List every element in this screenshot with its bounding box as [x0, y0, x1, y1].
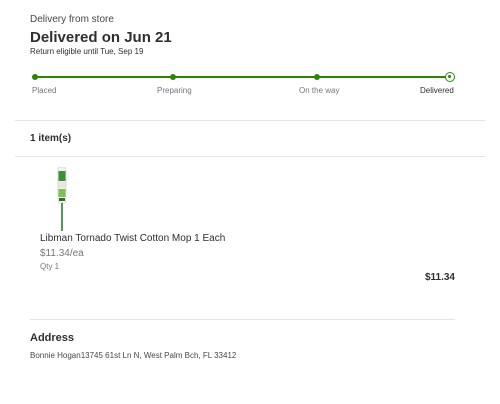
step-label-preparing: Preparing	[157, 86, 192, 95]
product-quantity: Qty 1	[40, 262, 60, 271]
address-heading: Address	[30, 332, 75, 344]
divider	[15, 120, 485, 121]
progress-tracker	[32, 72, 455, 82]
mop-image[interactable]	[56, 166, 68, 231]
tracker-line	[35, 76, 451, 78]
product-total-price: $11.34	[424, 272, 455, 283]
delivery-subtitle: Delivery from store	[30, 14, 114, 25]
step-label-placed: Placed	[32, 86, 57, 95]
step-dot-preparing	[170, 74, 176, 80]
step-label-delivered: Delivered	[420, 86, 454, 95]
address-text: Bonnie Hogan13745 61st Ln N, West Palm B…	[30, 351, 237, 360]
items-count-heading: 1 item(s)	[30, 133, 72, 144]
product-unit-price: $11.34/ea	[40, 248, 84, 259]
divider	[30, 319, 455, 320]
step-dot-delivered-current	[445, 72, 455, 82]
return-eligibility-note: Return eligible until Tue, Sep 19	[30, 47, 144, 56]
product-name[interactable]: Libman Tornado Twist Cotton Mop 1 Each	[40, 233, 225, 244]
step-label-on-the-way: On the way	[299, 86, 340, 95]
step-dot-placed	[32, 74, 38, 80]
step-dot-on-the-way	[314, 74, 320, 80]
divider	[15, 156, 485, 157]
delivered-title: Delivered on Jun 21	[30, 29, 172, 46]
